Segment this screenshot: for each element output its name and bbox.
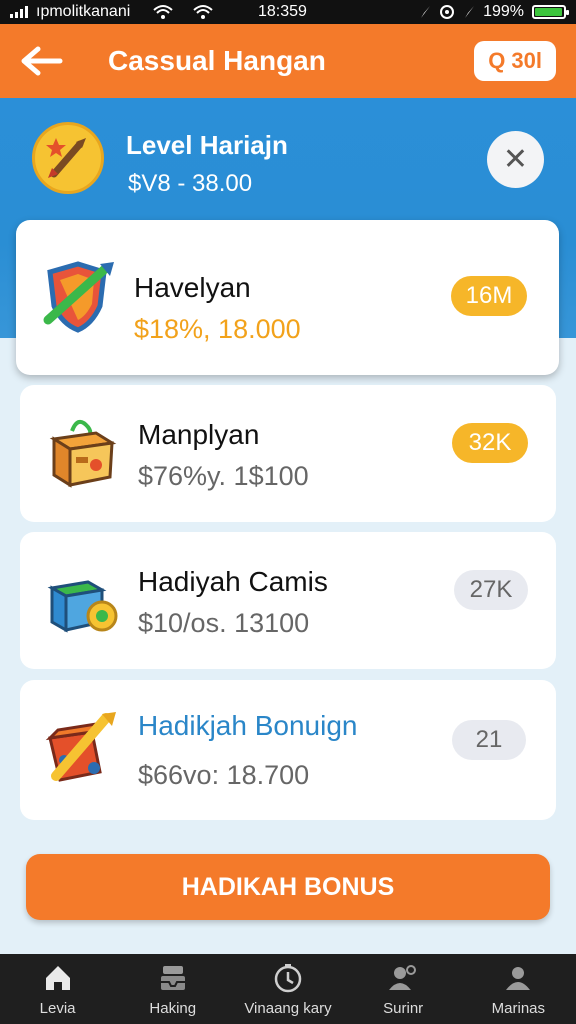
item-count-badge: 21: [452, 720, 526, 760]
treasure-chest-icon: [44, 560, 122, 638]
wifi-icon: [153, 5, 173, 19]
page-title: Cassual Hangan: [108, 45, 326, 76]
gift-box-icon: [44, 413, 122, 491]
level-badge-icon: [32, 122, 104, 194]
header-action-button[interactable]: Q 30l: [474, 41, 556, 81]
wifi-icon: [193, 5, 213, 19]
nav-label: Vinaang kary: [244, 999, 332, 1017]
back-button[interactable]: [20, 36, 70, 86]
location-arrow-icon: [465, 6, 475, 18]
level-title: Level Hariajn: [126, 130, 288, 160]
profile-icon: [389, 964, 417, 990]
close-icon: ✕: [502, 143, 529, 176]
nav-item-vinaang-kary[interactable]: Vinaang kary: [230, 962, 345, 1017]
inbox-icon: [160, 965, 185, 990]
nav-label: Surinr: [383, 999, 424, 1017]
carrier-label: ıpmolitkanani: [36, 3, 131, 20]
bonus-pencil-icon: [44, 710, 122, 788]
home-icon: [45, 965, 70, 990]
item-price: $76%y. 1$100: [138, 461, 309, 491]
location-arrow-icon: [421, 6, 431, 18]
nav-item-levia[interactable]: Levia: [0, 962, 115, 1017]
timer-icon: [274, 963, 302, 992]
status-bar: ıpmolitkanani 18:359 199%: [0, 0, 576, 24]
bottom-nav: Levia Haking Vinaang kary Surinr Marinas: [0, 954, 576, 1024]
status-time: 18:359: [258, 3, 307, 20]
nav-item-surinr[interactable]: Surinr: [346, 962, 461, 1017]
item-name: Havelyan: [134, 272, 251, 303]
list-item[interactable]: Hadikjah Bonuign $66vo: 18.700 21: [20, 680, 556, 820]
item-name: Hadiyah Camis: [138, 566, 328, 597]
list-item[interactable]: Havelyan $18%, 18.000 16M: [16, 220, 559, 375]
list-item[interactable]: Manplyan $76%y. 1$100 32K: [20, 385, 556, 522]
level-range: $V8 - 38.00: [128, 170, 253, 197]
battery-percent: 199%: [483, 3, 524, 20]
nav-item-haking[interactable]: Haking: [115, 962, 230, 1017]
nav-label: Levia: [39, 999, 76, 1017]
item-name: Manplyan: [138, 419, 260, 450]
signal-icon: [10, 6, 28, 18]
battery-icon: [532, 5, 569, 19]
shield-icon: [40, 258, 118, 336]
bonus-button[interactable]: HADIKAH BONUS: [26, 854, 550, 920]
item-price: $18%, 18.000: [134, 314, 301, 344]
alarm-icon: [440, 5, 455, 19]
item-price: $10/os. 13100: [138, 608, 310, 638]
app-header: Cassual Hangan Q 30l: [0, 24, 576, 98]
nav-label: Marinas: [491, 999, 546, 1017]
close-button[interactable]: ✕: [487, 131, 544, 188]
user-icon: [506, 966, 531, 990]
item-count-badge: 16M: [451, 276, 527, 316]
nav-label: Haking: [149, 999, 197, 1017]
item-count-badge: 32K: [452, 423, 528, 463]
item-count-badge: 27K: [454, 570, 528, 610]
list-item[interactable]: Hadiyah Camis $10/os. 13100 27K: [20, 532, 556, 669]
item-name: Hadikjah Bonuign: [138, 710, 358, 741]
nav-item-marinas[interactable]: Marinas: [461, 962, 576, 1017]
item-price: $66vo: 18.700: [138, 760, 310, 790]
back-arrow-icon: [21, 46, 63, 76]
